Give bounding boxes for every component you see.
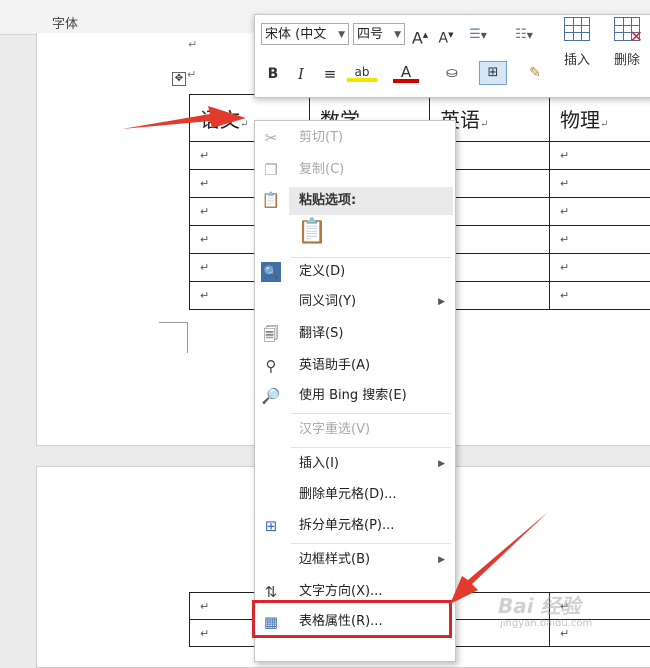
watermark-logo: Bai 经验 xyxy=(498,590,581,619)
watermark-url: jingyan.baidu.com xyxy=(500,618,592,629)
arrow-to-cell-icon xyxy=(122,106,246,129)
annotation-arrows xyxy=(0,0,650,650)
